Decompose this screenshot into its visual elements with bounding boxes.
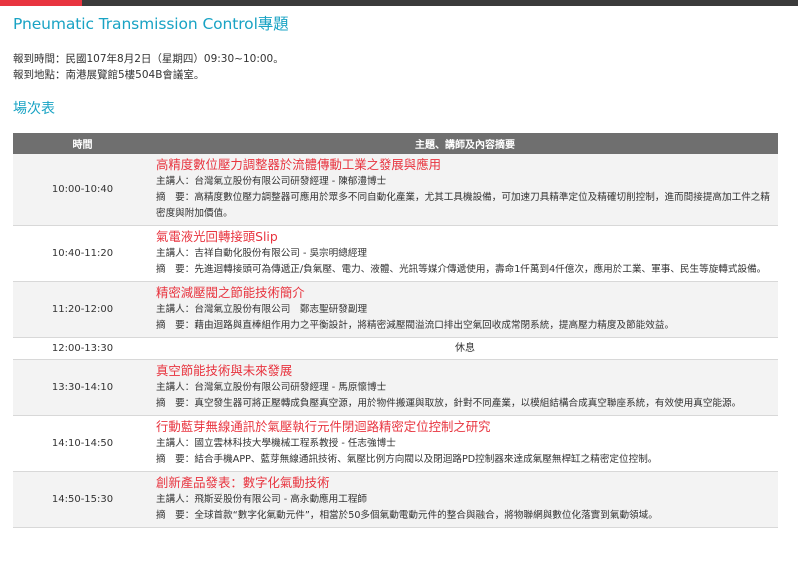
break-time: 12:00-13:30 [13, 337, 152, 360]
page-title: Pneumatic Transmission Control專題 [13, 15, 289, 33]
speaker-name: 台灣氣立股份有限公司研發經理 - 馬原懷博士 [194, 382, 387, 393]
summary-text: 結合手機APP、藍芽無線通訊技術、氣壓比例方向閥以及閉迴路PD控制器來達成氣壓無… [194, 454, 658, 465]
top-bar [0, 0, 798, 6]
speaker-name: 台灣氣立股份有限公司 鄭志聖研發副理 [194, 304, 368, 315]
session-time: 14:10-14:50 [13, 415, 152, 472]
session-detail: 氣電液光回轉接頭Slip 主講人：吉祥自動化股份有限公司 - 吳宗明總經理 摘 … [152, 225, 778, 282]
speaker-label: 主講人： [156, 494, 195, 505]
session-detail: 創新產品發表：數字化氣動技術 主講人：飛斯妥股份有限公司 - 高永動應用工程師 … [152, 471, 778, 528]
speaker-name: 國立雲林科技大學機械工程系教授 - 任志強博士 [194, 438, 396, 449]
session-speaker: 主講人：吉祥自動化股份有限公司 - 吳宗明總經理 [156, 246, 772, 262]
speaker-name: 台灣氣立股份有限公司研發經理 - 陳郁澧博士 [194, 176, 387, 187]
session-summary: 摘 要：藉由迴路與直棒組作用力之平衡設計，將精密減壓閥溢流口排出空氣回收成常閉系… [156, 318, 772, 334]
session-detail: 高精度數位壓力調整器於流體傳動工業之發展與應用 主講人：台灣氣立股份有限公司研發… [152, 154, 778, 226]
session-time: 11:20-12:00 [13, 281, 152, 338]
session-time: 13:30-14:10 [13, 359, 152, 416]
speaker-name: 吉祥自動化股份有限公司 - 吳宗明總經理 [194, 248, 368, 259]
session-speaker: 主講人：台灣氣立股份有限公司研發經理 - 馬原懷博士 [156, 380, 772, 396]
summary-text: 藉由迴路與直棒組作用力之平衡設計，將精密減壓閥溢流口排出空氣回收成常閉系統，提高… [194, 320, 675, 331]
checkin-time: 報到時間：民國107年8月2日（星期四）09:30~10:00。 [13, 53, 284, 65]
table-row: 13:30-14:10 真空節能技術與未來發展 主講人：台灣氣立股份有限公司研發… [13, 359, 778, 416]
session-time: 10:40-11:20 [13, 225, 152, 282]
session-summary: 摘 要：高精度數位壓力調整器可應用於眾多不同自動化產業，尤其工具機設備，可加速刀… [156, 190, 772, 222]
table-row: 14:50-15:30 創新產品發表：數字化氣動技術 主講人：飛斯妥股份有限公司… [13, 471, 778, 528]
session-time: 14:50-15:30 [13, 471, 152, 528]
summary-label: 摘 要： [156, 510, 195, 521]
session-speaker: 主講人：國立雲林科技大學機械工程系教授 - 任志強博士 [156, 436, 772, 452]
speaker-name: 飛斯妥股份有限公司 - 高永動應用工程師 [194, 494, 368, 505]
session-detail: 行動藍芽無線通訊於氣壓執行元件閉迴路精密定位控制之研究 主講人：國立雲林科技大學… [152, 415, 778, 472]
table-row: 10:40-11:20 氣電液光回轉接頭Slip 主講人：吉祥自動化股份有限公司… [13, 225, 778, 282]
break-label: 休息 [152, 337, 778, 360]
summary-label: 摘 要： [156, 320, 195, 331]
session-time: 10:00-10:40 [13, 154, 152, 226]
table-row: 14:10-14:50 行動藍芽無線通訊於氣壓執行元件閉迴路精密定位控制之研究 … [13, 415, 778, 472]
session-title: 氣電液光回轉接頭Slip [156, 229, 278, 244]
session-speaker: 主講人：飛斯妥股份有限公司 - 高永動應用工程師 [156, 492, 772, 508]
schedule-table: 時間 主題、講師及內容摘要 10:00-10:40 高精度數位壓力調整器於流體傳… [13, 133, 778, 528]
summary-label: 摘 要： [156, 398, 195, 409]
table-row: 10:00-10:40 高精度數位壓力調整器於流體傳動工業之發展與應用 主講人：… [13, 154, 778, 226]
summary-text: 真空發生器可將正壓轉成負壓真空源，用於物件搬運與取放，針對不同產業，以模組結構合… [194, 398, 742, 409]
summary-text: 全球首款“數字化氣動元件”，相當於50多個氣動電動元件的整合與融合，將物聯網與數… [194, 510, 658, 521]
summary-text: 高精度數位壓力調整器可應用於眾多不同自動化產業，尤其工具機設備，可加速刀具精準定… [156, 192, 770, 219]
summary-label: 摘 要： [156, 192, 195, 203]
session-title: 創新產品發表：數字化氣動技術 [156, 475, 330, 490]
summary-text: 先進迴轉接頭可為傳遞正/負氣壓、電力、液體、光訊等媒介傳遞使用，壽命1仟萬到4仟… [194, 264, 767, 275]
session-summary: 摘 要：結合手機APP、藍芽無線通訊技術、氣壓比例方向閥以及閉迴路PD控制器來達… [156, 452, 772, 468]
summary-label: 摘 要： [156, 454, 195, 465]
session-title: 真空節能技術與未來發展 [156, 363, 293, 378]
speaker-label: 主講人： [156, 304, 195, 315]
summary-label: 摘 要： [156, 264, 195, 275]
session-title: 高精度數位壓力調整器於流體傳動工業之發展與應用 [156, 157, 441, 172]
session-summary: 摘 要：真空發生器可將正壓轉成負壓真空源，用於物件搬運與取放，針對不同產業，以模… [156, 396, 772, 412]
speaker-label: 主講人： [156, 248, 195, 259]
session-summary: 摘 要：先進迴轉接頭可為傳遞正/負氣壓、電力、液體、光訊等媒介傳遞使用，壽命1仟… [156, 262, 772, 278]
session-detail: 真空節能技術與未來發展 主講人：台灣氣立股份有限公司研發經理 - 馬原懷博士 摘… [152, 359, 778, 416]
top-bar-accent [0, 0, 82, 6]
session-speaker: 主講人：台灣氣立股份有限公司 鄭志聖研發副理 [156, 302, 772, 318]
session-title: 行動藍芽無線通訊於氣壓執行元件閉迴路精密定位控制之研究 [156, 419, 491, 434]
session-detail: 精密減壓閥之節能技術簡介 主講人：台灣氣立股份有限公司 鄭志聖研發副理 摘 要：… [152, 281, 778, 338]
speaker-label: 主講人： [156, 382, 195, 393]
session-speaker: 主講人：台灣氣立股份有限公司研發經理 - 陳郁澧博士 [156, 174, 772, 190]
table-header-row: 時間 主題、講師及內容摘要 [13, 133, 778, 154]
speaker-label: 主講人： [156, 176, 195, 187]
section-title: 場次表 [13, 101, 55, 117]
session-summary: 摘 要：全球首款“數字化氣動元件”，相當於50多個氣動電動元件的整合與融合，將物… [156, 508, 772, 524]
checkin-location: 報到地點：南港展覽館5樓504B會議室。 [13, 69, 205, 81]
header-detail: 主題、講師及內容摘要 [152, 133, 778, 154]
table-row: 11:20-12:00 精密減壓閥之節能技術簡介 主講人：台灣氣立股份有限公司 … [13, 281, 778, 338]
speaker-label: 主講人： [156, 438, 195, 449]
break-row: 12:00-13:30 休息 [13, 337, 778, 360]
session-title: 精密減壓閥之節能技術簡介 [156, 285, 305, 300]
header-time: 時間 [13, 133, 152, 154]
